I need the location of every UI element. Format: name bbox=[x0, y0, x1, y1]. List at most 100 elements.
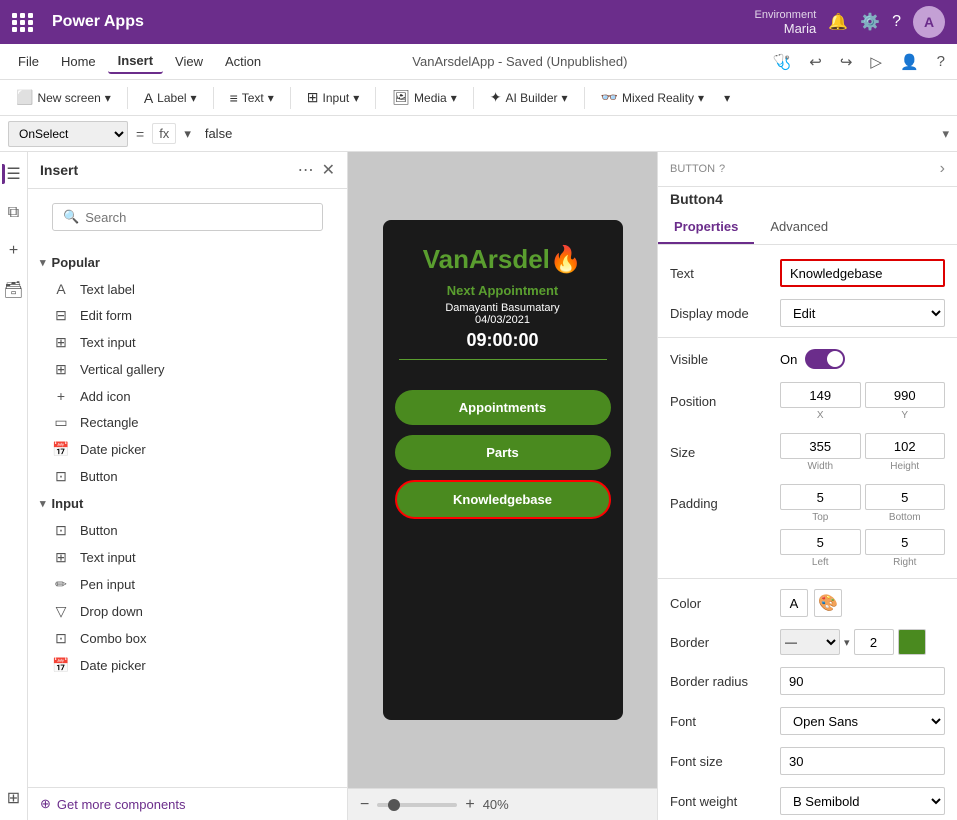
size-w-input[interactable] bbox=[780, 433, 861, 459]
tab-properties[interactable]: Properties bbox=[658, 211, 754, 244]
phone-divider bbox=[399, 359, 607, 360]
item-combo-box[interactable]: ⊡ Combo box bbox=[28, 625, 347, 652]
display-mode-row: Display mode Edit bbox=[658, 293, 957, 333]
zoom-minus-btn[interactable]: − bbox=[360, 796, 369, 814]
item-text-label[interactable]: A Text label bbox=[28, 276, 347, 302]
search-input[interactable] bbox=[85, 210, 312, 225]
settings-icon[interactable]: ⚙️ bbox=[860, 12, 880, 32]
pos-y-input[interactable] bbox=[865, 382, 946, 408]
more-toolbar-button[interactable]: ▾ bbox=[716, 88, 738, 108]
rp-header: BUTTON ? › bbox=[658, 152, 957, 187]
data-icon[interactable]: 🗃 bbox=[0, 276, 28, 304]
input-icon: ⊞ bbox=[307, 89, 319, 106]
dropdown-text: Drop down bbox=[80, 604, 143, 619]
avatar[interactable]: A bbox=[913, 6, 945, 38]
expand-panel-button[interactable]: › bbox=[940, 160, 945, 178]
menu-view[interactable]: View bbox=[165, 50, 213, 73]
zoom-plus-btn[interactable]: + bbox=[465, 796, 474, 814]
color-a-button[interactable]: A bbox=[780, 589, 808, 617]
item-pen-input[interactable]: ✏ Pen input bbox=[28, 571, 347, 598]
label-button[interactable]: A Label ▾ bbox=[136, 87, 205, 109]
formula-input[interactable] bbox=[199, 121, 935, 147]
panel-options-button[interactable]: ⋯ bbox=[298, 160, 314, 180]
help-circle-icon[interactable]: ? bbox=[719, 163, 725, 175]
variables-icon[interactable]: ⊞ bbox=[3, 784, 24, 812]
menu-icon[interactable]: ☰ bbox=[2, 160, 24, 188]
color-picker-button[interactable]: 🎨 bbox=[814, 589, 842, 617]
menu-insert[interactable]: Insert bbox=[108, 49, 163, 74]
item-date-picker-popular[interactable]: 📅 Date picker bbox=[28, 436, 347, 463]
item-vertical-gallery[interactable]: ⊞ Vertical gallery bbox=[28, 356, 347, 383]
edit-form-icon: ⊟ bbox=[52, 307, 70, 324]
item-drop-down[interactable]: ▽ Drop down bbox=[28, 598, 347, 625]
pad-left-wrap: Left bbox=[780, 529, 861, 568]
menu-action[interactable]: Action bbox=[215, 50, 271, 73]
pad-bottom-label: Bottom bbox=[889, 512, 921, 523]
play-icon[interactable]: ▷ bbox=[866, 51, 886, 73]
input-section-header[interactable]: ▾ Input bbox=[28, 490, 347, 517]
border-style-select[interactable]: — bbox=[780, 629, 840, 655]
border-dropdown-chevron: ▾ bbox=[844, 636, 850, 649]
media-button[interactable]: 🖼 Media ▾ bbox=[384, 86, 465, 109]
menu-file[interactable]: File bbox=[8, 50, 49, 73]
ai-builder-button[interactable]: ✦ AI Builder ▾ bbox=[482, 86, 576, 109]
popular-section-header[interactable]: ▾ Popular bbox=[28, 249, 347, 276]
undo-icon[interactable]: ↩ bbox=[805, 51, 826, 73]
get-more-components[interactable]: ⊕ Get more components bbox=[28, 787, 347, 820]
border-radius-input[interactable] bbox=[780, 667, 945, 695]
panel-close-button[interactable]: ✕ bbox=[322, 160, 335, 180]
text-button[interactable]: ≡ Text ▾ bbox=[222, 87, 282, 109]
insert-icon[interactable]: + bbox=[5, 238, 22, 264]
pad-right-input[interactable] bbox=[865, 529, 946, 555]
border-color-swatch[interactable] bbox=[898, 629, 926, 655]
pad-top-input[interactable] bbox=[780, 484, 861, 510]
apps-grid-icon[interactable] bbox=[12, 13, 34, 32]
redo-icon[interactable]: ↪ bbox=[836, 51, 857, 73]
zoom-slider[interactable] bbox=[377, 803, 457, 807]
item-text-input[interactable]: ⊞ Text input bbox=[28, 329, 347, 356]
size-inputs: Width Height bbox=[780, 433, 945, 472]
appointments-btn[interactable]: Appointments bbox=[395, 390, 611, 425]
fx-button[interactable]: fx bbox=[152, 123, 176, 144]
canvas-viewport[interactable]: VanArsdel🔥 Next Appointment Damayanti Ba… bbox=[348, 152, 657, 788]
pos-x-wrap: X bbox=[780, 382, 861, 421]
font-size-input[interactable] bbox=[780, 747, 945, 775]
size-h-input[interactable] bbox=[865, 433, 946, 459]
item-add-icon[interactable]: + Add icon bbox=[28, 383, 347, 409]
share-icon[interactable]: 👤 bbox=[896, 51, 923, 73]
visible-toggle-track[interactable] bbox=[805, 349, 845, 369]
notification-icon[interactable]: 🔔 bbox=[828, 12, 848, 32]
item-button-input[interactable]: ⊡ Button bbox=[28, 517, 347, 544]
help-icon[interactable]: ? bbox=[892, 13, 901, 31]
item-date-picker-input[interactable]: 📅 Date picker bbox=[28, 652, 347, 679]
input-button[interactable]: ⊞ Input ▾ bbox=[299, 86, 367, 109]
menu-home[interactable]: Home bbox=[51, 50, 106, 73]
padding-left-right: Left Right bbox=[780, 529, 945, 568]
mixed-reality-button[interactable]: 👓 Mixed Reality ▾ bbox=[593, 86, 713, 109]
pos-x-input[interactable] bbox=[780, 382, 861, 408]
env-label: Environment bbox=[755, 9, 817, 21]
font-select[interactable]: Open Sans bbox=[780, 707, 945, 735]
logo-text: VanArsdel bbox=[423, 244, 550, 274]
pad-left-input[interactable] bbox=[780, 529, 861, 555]
text-property-label: Text bbox=[670, 266, 780, 281]
help-menu-icon[interactable]: ? bbox=[933, 51, 949, 72]
parts-btn[interactable]: Parts bbox=[395, 435, 611, 470]
knowledgebase-btn[interactable]: Knowledgebase bbox=[395, 480, 611, 519]
item-button-popular[interactable]: ⊡ Button bbox=[28, 463, 347, 490]
display-mode-select[interactable]: Edit bbox=[780, 299, 945, 327]
formula-expand-icon[interactable]: ▾ bbox=[942, 126, 949, 142]
border-width-input[interactable] bbox=[854, 629, 894, 655]
pad-bottom-input[interactable] bbox=[865, 484, 946, 510]
item-edit-form[interactable]: ⊟ Edit form bbox=[28, 302, 347, 329]
item-rectangle[interactable]: ▭ Rectangle bbox=[28, 409, 347, 436]
text-value-input[interactable] bbox=[780, 259, 945, 287]
tab-advanced[interactable]: Advanced bbox=[754, 211, 844, 244]
text-row: Text bbox=[658, 253, 957, 293]
stethoscope-icon[interactable]: 🩺 bbox=[769, 51, 796, 73]
property-selector[interactable]: OnSelect bbox=[8, 121, 128, 147]
font-weight-select[interactable]: B Semibold bbox=[780, 787, 945, 815]
item-text-input-input[interactable]: ⊞ Text input bbox=[28, 544, 347, 571]
layers-icon[interactable]: ⧉ bbox=[4, 200, 23, 226]
new-screen-button[interactable]: ⬜ New screen ▾ bbox=[8, 86, 119, 109]
